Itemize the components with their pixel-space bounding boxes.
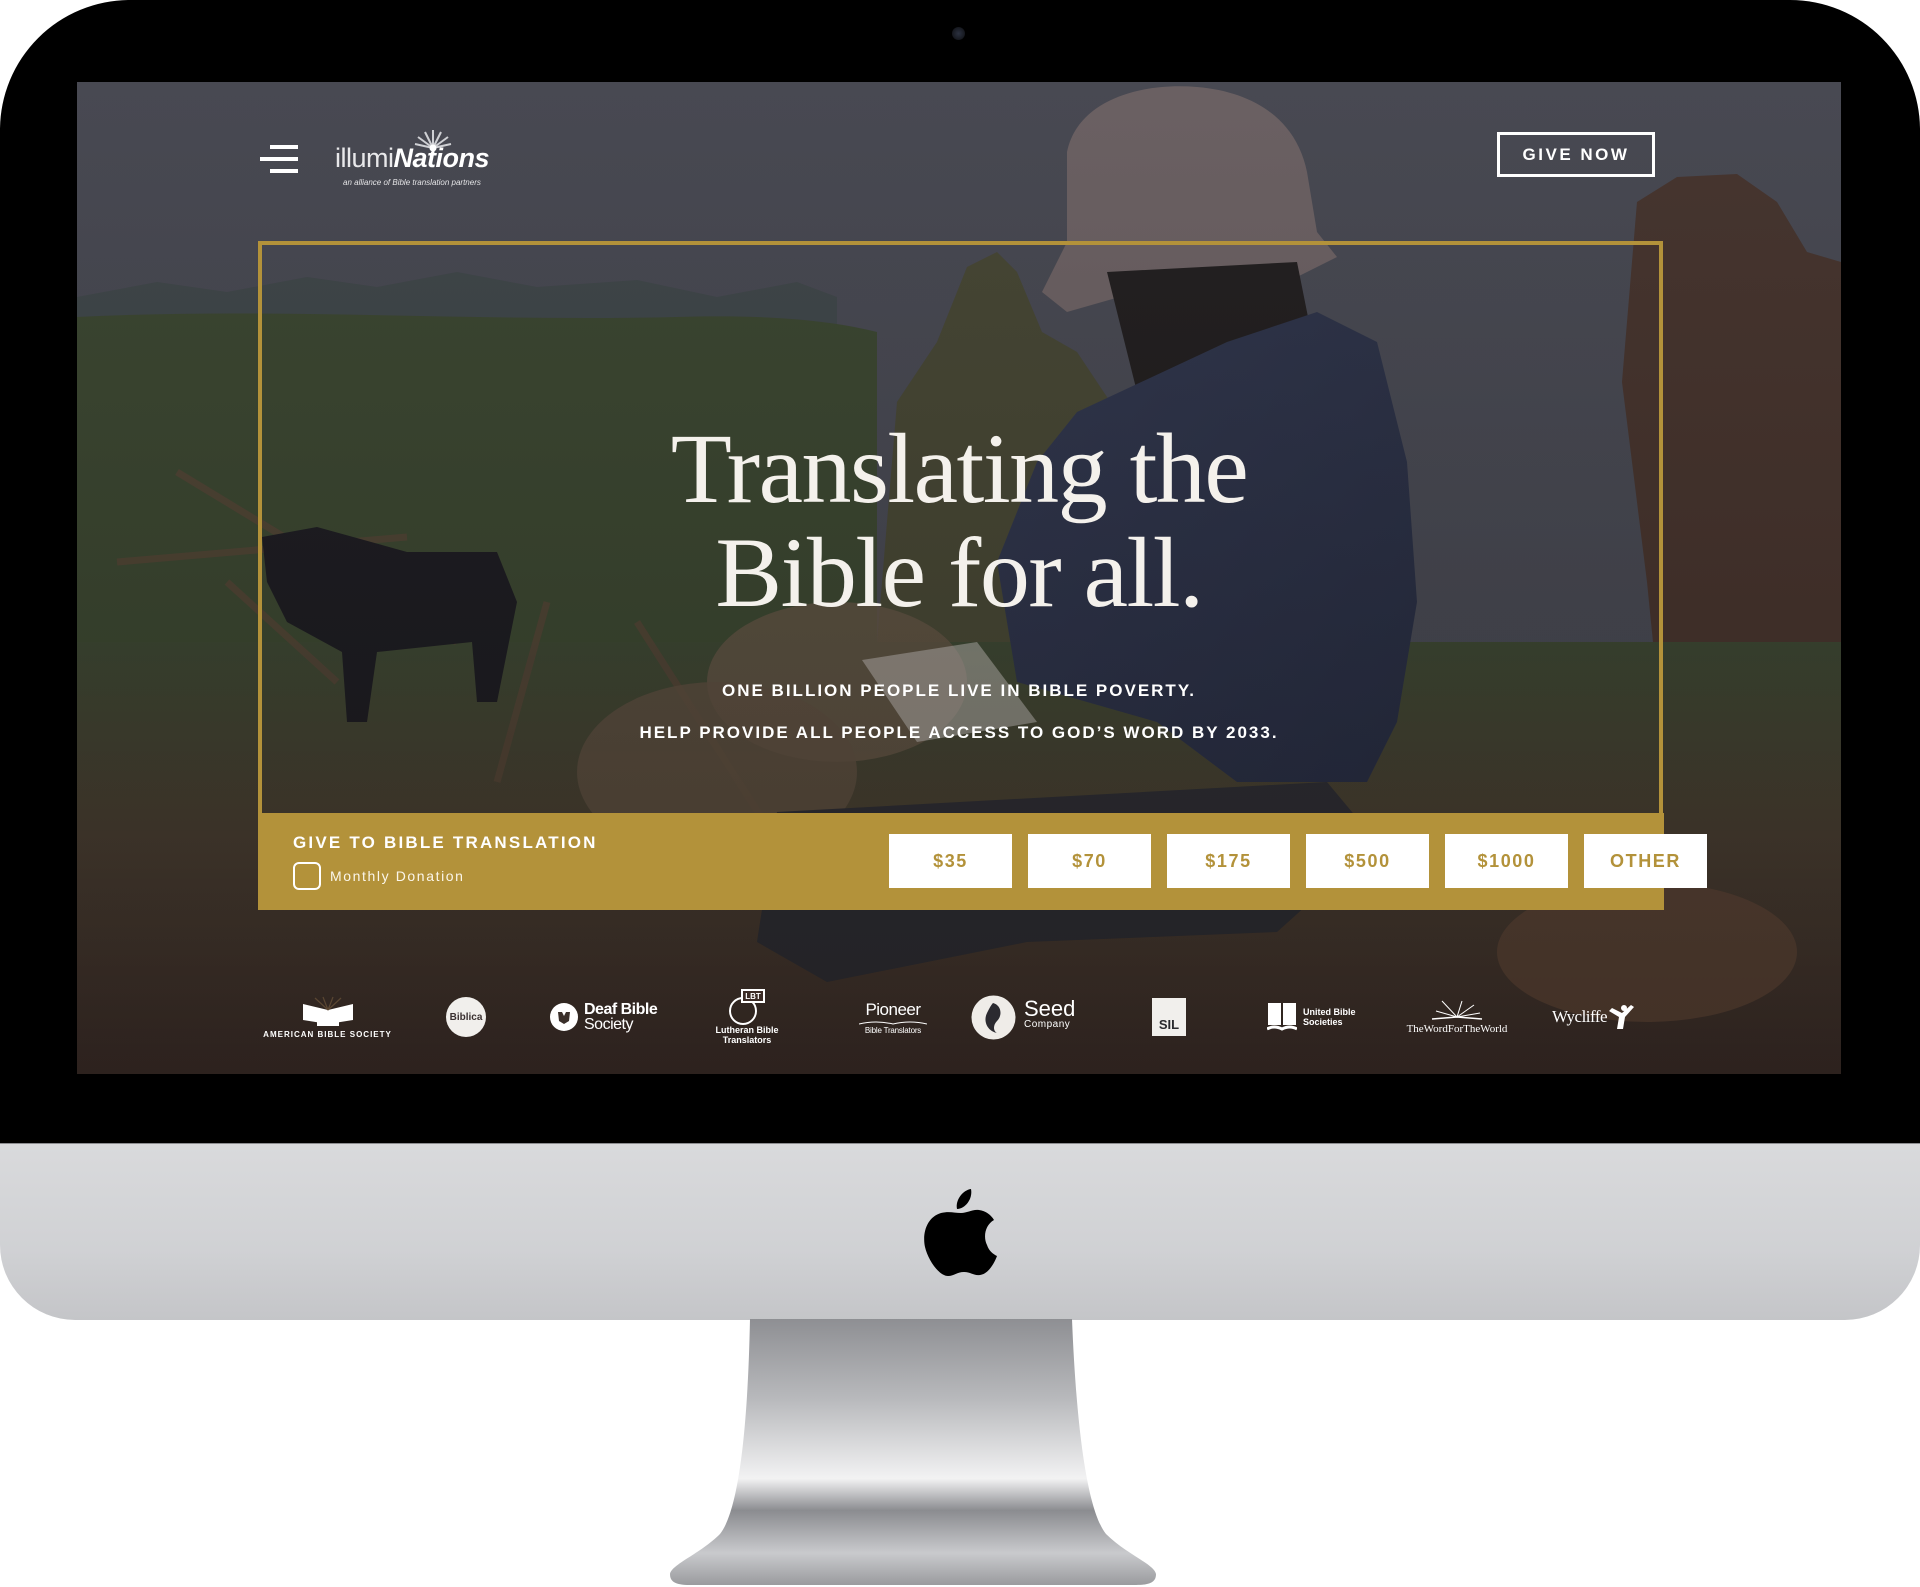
partner-american-bible-society[interactable]: AMERICAN BIBLE SOCIETY (263, 977, 391, 1057)
sil-logo-icon: SIL (1152, 998, 1186, 1036)
hands-icon (550, 1003, 578, 1031)
hero-headline: Translating the Bible for all. (77, 417, 1841, 625)
partner-pioneer-bible-translators[interactable]: Pioneer Bible Translators (857, 977, 929, 1057)
partner-the-word-for-the-world[interactable]: TheWordForTheWorld (1407, 977, 1507, 1057)
headline-line-2: Bible for all. (715, 517, 1204, 628)
monthly-donation-checkbox[interactable] (293, 862, 321, 890)
logo-wordmark: illumiNations (335, 143, 490, 173)
hero-subtext-1: ONE BILLION PEOPLE LIVE IN BIBLE POVERTY… (722, 681, 1196, 700)
partner-logos: AMERICAN BIBLE SOCIETY Biblica Deaf Bibl… (77, 977, 1841, 1057)
partner-seed-company[interactable]: Seed Company (971, 977, 1086, 1057)
apple-logo-icon (924, 1189, 997, 1276)
amount-button-other[interactable]: OTHER (1584, 834, 1707, 888)
website-screen: illumiNations an alliance of Bible trans… (77, 82, 1841, 1074)
camera-icon (952, 27, 965, 40)
partner-sil[interactable]: SIL (1152, 977, 1186, 1057)
partner-lutheran-bible-translators[interactable]: LBT Lutheran Bible Translators (707, 977, 787, 1057)
rays-book-icon (1431, 1000, 1483, 1020)
partner-biblica[interactable]: Biblica (445, 977, 487, 1057)
biblica-circle-icon: Biblica (446, 997, 486, 1037)
amount-button-70[interactable]: $70 (1028, 834, 1151, 888)
partner-united-bible-societies[interactable]: United Bible Societies (1267, 977, 1362, 1057)
monthly-donation-toggle[interactable]: Monthly Donation (293, 862, 465, 890)
partner-wycliffe[interactable]: Wycliffe (1552, 977, 1642, 1057)
monitor-bezel: illumiNations an alliance of Bible trans… (0, 0, 1920, 1143)
monthly-donation-label: Monthly Donation (330, 868, 465, 884)
amount-button-1000[interactable]: $1000 (1445, 834, 1568, 888)
hamburger-menu-icon[interactable] (260, 145, 298, 175)
headline-line-1: Translating the (670, 413, 1249, 524)
give-now-button[interactable]: GIVE NOW (1497, 132, 1655, 177)
amount-button-175[interactable]: $175 (1167, 834, 1290, 888)
give-bar: GIVE TO BIBLE TRANSLATION Monthly Donati… (258, 813, 1707, 910)
open-book-icon (302, 996, 353, 1026)
monitor-stand (670, 1319, 1156, 1585)
amount-button-35[interactable]: $35 (889, 834, 1012, 888)
wycliffe-figure-icon (1609, 1005, 1635, 1029)
amount-button-500[interactable]: $500 (1306, 834, 1429, 888)
seed-logo-icon (971, 995, 1016, 1039)
globe-lbt-icon: LBT (727, 989, 767, 1025)
illuminations-logo[interactable]: illumiNations an alliance of Bible trans… (335, 128, 490, 188)
donation-amounts: $35 $70 $175 $500 $1000 OTHER (889, 834, 1707, 888)
give-bar-title: GIVE TO BIBLE TRANSLATION (293, 833, 598, 852)
partner-deaf-bible-society[interactable]: Deaf Bible Society (550, 977, 665, 1057)
logo-tagline: an alliance of Bible translation partner… (343, 178, 481, 187)
open-book-wave-icon (1267, 1003, 1297, 1031)
hero-subtext-2: HELP PROVIDE ALL PEOPLE ACCESS TO GOD’S … (639, 723, 1279, 742)
